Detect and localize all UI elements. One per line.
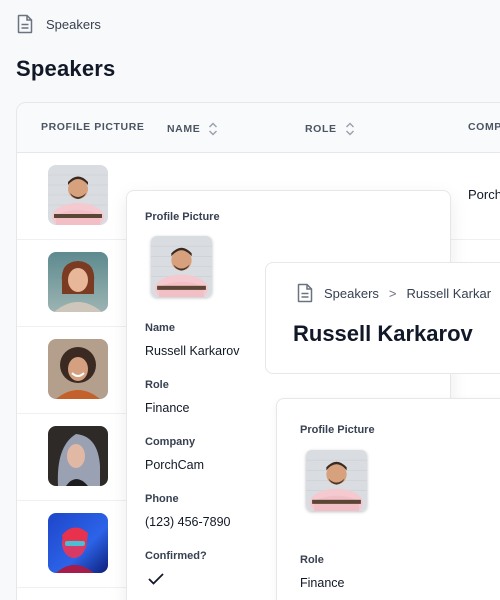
column-header-profile-picture: PROFILE PICTURE (41, 121, 145, 133)
document-icon (17, 14, 33, 34)
column-header-company[interactable]: COMP (468, 121, 500, 133)
breadcrumb-item-speakers[interactable]: Speakers (46, 17, 101, 32)
phone-label: Phone (145, 493, 179, 505)
name-label: Name (145, 322, 175, 334)
speaker-detail-header: Speakers > Russell Karkar Russell Karkar… (265, 262, 500, 374)
avatar (48, 513, 108, 573)
column-header-name[interactable]: NAME (167, 121, 218, 137)
avatar (306, 450, 367, 511)
profile-picture-label: Profile Picture (145, 211, 220, 223)
avatar (48, 252, 108, 312)
avatar (48, 165, 108, 225)
company-value: PorchCam (145, 458, 205, 472)
name-value: Russell Karkarov (145, 344, 240, 358)
confirmed-label: Confirmed? (145, 550, 207, 562)
avatar (48, 339, 108, 399)
avatar (151, 236, 212, 297)
table-header: PROFILE PICTURE NAME ROLE COMP (17, 103, 500, 153)
breadcrumb: Speakers (16, 14, 101, 34)
speaker-detail-card: Profile Picture Role Finance (276, 398, 500, 600)
avatar (48, 426, 108, 486)
chevron-right-icon: > (388, 285, 397, 301)
company-label: Company (145, 436, 196, 448)
breadcrumb-item-current: Russell Karkar (406, 285, 492, 301)
company-cell: Porch (468, 187, 500, 202)
page-title: Speakers (16, 56, 116, 81)
role-value: Finance (300, 576, 345, 590)
role-label: Role (145, 379, 169, 391)
speaker-detail-title: Russell Karkarov (293, 321, 473, 346)
role-label: Role (300, 554, 324, 566)
sort-icon[interactable] (345, 121, 355, 137)
document-icon (297, 283, 313, 303)
breadcrumb: Speakers > Russell Karkar (296, 283, 491, 303)
phone-value: (123) 456-7890 (145, 515, 231, 529)
column-header-role[interactable]: ROLE (305, 121, 355, 137)
role-value: Finance (145, 401, 190, 415)
breadcrumb-item-speakers[interactable]: Speakers (324, 286, 379, 301)
profile-picture-label: Profile Picture (300, 424, 375, 436)
check-icon (148, 573, 164, 585)
sort-icon[interactable] (208, 121, 218, 137)
